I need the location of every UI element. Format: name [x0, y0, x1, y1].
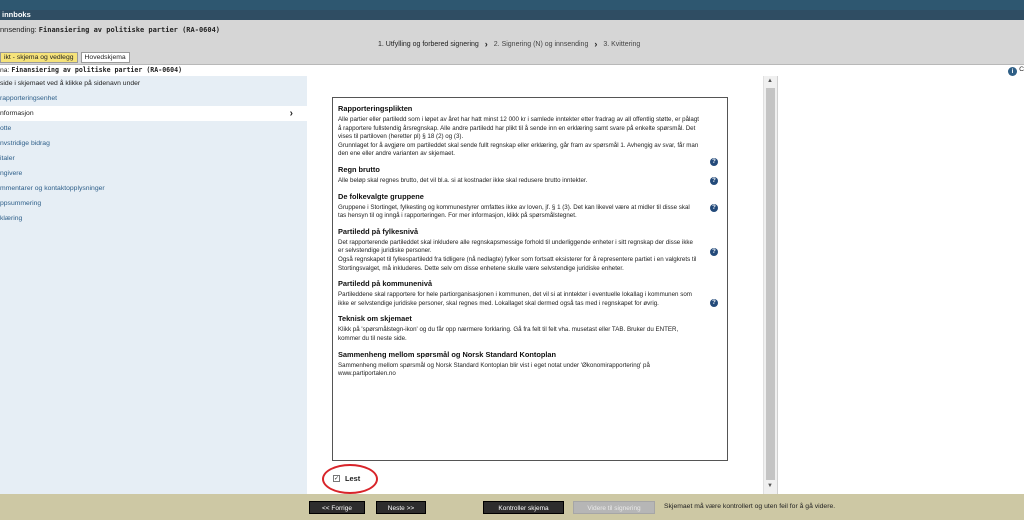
section-text: Gruppene i Stortinget, fylkesting og kom…	[338, 203, 690, 220]
step-2: 2. Signering (N) og innsending	[493, 40, 589, 48]
section-title: Rapporteringsplikten	[338, 104, 413, 113]
check-form-button[interactable]: Kontroller skjema	[483, 501, 564, 514]
sidebar-item-support[interactable]: otte	[0, 121, 307, 136]
section-elected-groups: De folkevalgte gruppene Gruppene i Stort…	[338, 192, 721, 221]
sidebar-item-label: nformasjon	[0, 110, 34, 117]
help-icon[interactable]: ?	[710, 176, 718, 185]
schema-title-line: na: Finansiering av politiske partier (R…	[0, 66, 1024, 75]
help-icon[interactable]: ?	[710, 247, 718, 256]
sidebar-item-reporting-unit[interactable]: rapporteringsenhet	[0, 91, 307, 106]
tab-main-form[interactable]: Hovedskjema	[80, 52, 130, 63]
section-text: Klikk på 'spørsmålstegn-ikon' og du får …	[338, 326, 679, 342]
section-text: Grunnlaget for å avgjøre om partileddet …	[338, 141, 699, 158]
section-text: Alle beløp skal regnes brutto, det vil b…	[338, 176, 588, 184]
right-panel	[777, 76, 1024, 494]
section-county-level: Partiledd på fylkesnivå Det rapporterend…	[338, 227, 721, 273]
sidebar-instructions: side i skjemaet ved å klikke på sidenavn…	[0, 80, 141, 87]
sidebar-item-information[interactable]: nformasjon ›	[0, 106, 307, 121]
help-icon[interactable]: ?	[710, 203, 718, 212]
sidebar-item-comments[interactable]: mmentarer og kontaktopplysninger	[0, 181, 307, 196]
information-box: Rapporteringsplikten Alle partier eller …	[332, 97, 728, 461]
previous-button[interactable]: << Forrige	[309, 501, 365, 514]
sidebar-item-illegal-contributions[interactable]: nvstridige bidrag	[0, 136, 307, 151]
submission-title-prefix: nnsending:	[0, 25, 39, 34]
inbox-strip: innboks	[0, 10, 1024, 20]
section-account-plan: Sammenheng mellom spørsmål og Norsk Stan…	[338, 350, 721, 379]
scrollbar-thumb[interactable]	[766, 88, 775, 480]
section-title: Partiledd på fylkesnivå	[338, 226, 419, 236]
sidebar-item-donors[interactable]: ngivere	[0, 166, 307, 181]
highlight-ellipse	[322, 464, 378, 494]
section-technical: Teknisk om skjemaet Klikk på 'spørsmålst…	[338, 314, 721, 343]
section-reporting-duty: Rapporteringsplikten Alle partier eller …	[338, 104, 721, 166]
step-1: 1. Utfylling og forbered signering	[378, 40, 479, 48]
scroll-up-icon[interactable]: ▲	[767, 78, 773, 84]
section-title: De folkevalgte gruppene	[338, 191, 424, 201]
chevron-right-icon: ›	[289, 108, 293, 119]
section-text: Det rapporterende partileddet skal inklu…	[338, 238, 693, 255]
schema-title: Finansiering av politiske partier (RA-06…	[11, 66, 183, 74]
submission-title-main: Finansiering av politiske partier (RA-06…	[38, 26, 221, 34]
section-text: Også regnskapet til fylkespartiledd fra …	[338, 255, 697, 272]
header: nnsending: Finansiering av politiske par…	[0, 20, 1024, 65]
next-button[interactable]: Neste >>	[376, 501, 426, 514]
proceed-to-signing-button[interactable]: Videre til signering	[573, 501, 655, 514]
step-3: 3. Kvittering	[603, 40, 641, 48]
section-gross: Regn brutto Alle beløp skal regnes brutt…	[338, 165, 721, 186]
section-municipal-level: Partiledd på kommunenivå Partileddene sk…	[338, 279, 721, 308]
sidebar-item-totals[interactable]: italer	[0, 151, 307, 166]
window-top-bar	[0, 0, 1024, 10]
scrollbar[interactable]: ▲ ▼	[763, 76, 777, 494]
section-title: Regn brutto	[338, 164, 380, 174]
section-text: Alle partier eller partiledd som i løpet…	[338, 116, 699, 141]
tab-overview[interactable]: ikt - skjema og vedlegg	[0, 52, 78, 63]
sidebar-item-declaration[interactable]: klæring	[0, 211, 307, 226]
sidebar-item-summary[interactable]: ppsummering	[0, 196, 307, 211]
step-indicator: 1. Utfylling og forbered signering › 2. …	[378, 39, 640, 49]
scroll-down-icon[interactable]: ▼	[767, 483, 773, 489]
section-text: Sammenheng mellom spørsmål og Norsk Stan…	[338, 361, 650, 378]
chevron-right-icon: ›	[594, 39, 598, 49]
section-text: Partileddene skal rapportere for hele pa…	[338, 291, 692, 307]
inbox-label[interactable]: innboks	[2, 10, 31, 19]
chevron-right-icon: ›	[484, 39, 488, 49]
info-icon[interactable]: i	[1008, 67, 1017, 76]
form-tabs: ikt - skjema og vedlegg Hovedskjema	[0, 52, 130, 63]
submission-title: nnsending: Finansiering av politiske par…	[0, 25, 220, 34]
footer-bar: << Forrige Neste >> Kontroller skjema Vi…	[0, 494, 1024, 520]
section-title: Teknisk om skjemaet	[338, 314, 412, 324]
section-title: Partiledd på kommunenivå	[338, 279, 433, 289]
schema-title-prefix: na:	[0, 67, 12, 74]
info-label: C	[1019, 66, 1024, 73]
sidebar: side i skjemaet ved å klikke på sidenavn…	[0, 76, 307, 494]
section-title: Sammenheng mellom spørsmål og Norsk Stan…	[338, 349, 557, 359]
footer-message: Skjemaet må være kontrollert og uten fei…	[664, 503, 836, 510]
